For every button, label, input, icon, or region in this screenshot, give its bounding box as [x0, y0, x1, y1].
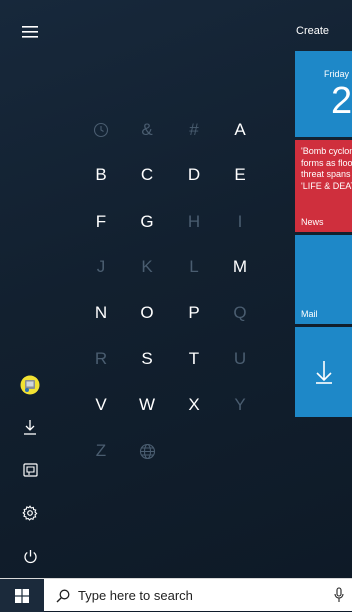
letter-k: K: [141, 257, 153, 276]
letter-z: Z: [95, 441, 107, 460]
letter-e[interactable]: E: [217, 155, 263, 195]
news-tile[interactable]: 'Bomb cyclone' forms as flood threat spa…: [295, 140, 352, 232]
mail-tile[interactable]: Mail: [295, 235, 352, 324]
letter-w[interactable]: W: [124, 385, 170, 425]
alphabet-jump-grid: & # A B C D E F G H I J K L M N O P Q R S T U V W X Y Z: [78, 110, 264, 470]
documents-button[interactable]: [14, 454, 46, 486]
download-tile[interactable]: [295, 327, 352, 417]
letter-r: R: [94, 349, 108, 368]
settings-button[interactable]: [14, 497, 46, 529]
start-button[interactable]: [0, 579, 44, 612]
user-account-button[interactable]: [14, 369, 46, 401]
letter-i: I: [237, 212, 243, 231]
hamburger-menu-button[interactable]: [14, 16, 46, 48]
hamburger-menu-icon: [22, 26, 38, 38]
start-menu: & # A B C D E F G H I J K L M N O P Q R S T U V W X Y Z Create Frid…: [0, 0, 352, 578]
downloads-button[interactable]: [14, 411, 46, 443]
power-button[interactable]: [14, 540, 46, 572]
mail-tile-label: Mail: [301, 309, 318, 319]
letter-h: H: [187, 212, 201, 231]
letter-b[interactable]: B: [78, 155, 124, 195]
download-arrow-icon: [315, 361, 332, 384]
settings-icon: [22, 505, 38, 521]
letter-c[interactable]: C: [124, 155, 170, 195]
letter-t[interactable]: T: [171, 339, 217, 379]
taskbar: Type here to search: [0, 578, 352, 612]
letter-a[interactable]: A: [217, 110, 263, 150]
calendar-date: 2: [331, 80, 352, 122]
search-placeholder: Type here to search: [78, 588, 193, 603]
letter-ampersand: &: [141, 120, 153, 139]
letter-j: J: [96, 257, 106, 276]
letter-x[interactable]: X: [171, 385, 217, 425]
tiles-panel: Create Friday 2 'Bomb cyclone' forms as …: [290, 0, 352, 578]
downloads-icon: [24, 420, 36, 435]
microphone-icon[interactable]: [334, 587, 344, 603]
tile-group-header[interactable]: Create: [296, 25, 329, 37]
calendar-tile[interactable]: Friday 2: [295, 51, 352, 137]
letter-g[interactable]: G: [124, 202, 170, 242]
letter-hash: #: [189, 120, 199, 139]
letter-n[interactable]: N: [78, 293, 124, 333]
letter-p[interactable]: P: [171, 293, 217, 333]
letter-u: U: [233, 349, 247, 368]
news-tile-label: News: [301, 217, 324, 227]
search-icon: [56, 589, 70, 602]
letter-f[interactable]: F: [78, 202, 124, 242]
letter-v[interactable]: V: [78, 385, 124, 425]
letter-m[interactable]: M: [217, 247, 263, 287]
letter-y: Y: [234, 395, 246, 414]
calendar-day: Friday: [324, 69, 350, 79]
letter-q: Q: [233, 303, 247, 322]
letter-l: L: [189, 257, 199, 276]
start-left-rail: [0, 0, 58, 578]
clock-icon: [78, 110, 124, 150]
documents-icon: [22, 463, 38, 477]
globe-icon: [124, 431, 170, 471]
letter-o[interactable]: O: [124, 293, 170, 333]
taskbar-search-box[interactable]: Type here to search: [44, 579, 352, 612]
news-headline: 'Bomb cyclone' forms as flood threat spa…: [301, 146, 352, 191]
letter-d[interactable]: D: [171, 155, 217, 195]
letter-s[interactable]: S: [124, 339, 170, 379]
user-avatar-icon: [20, 375, 40, 395]
windows-logo-icon: [15, 588, 29, 603]
power-icon: [23, 549, 37, 563]
